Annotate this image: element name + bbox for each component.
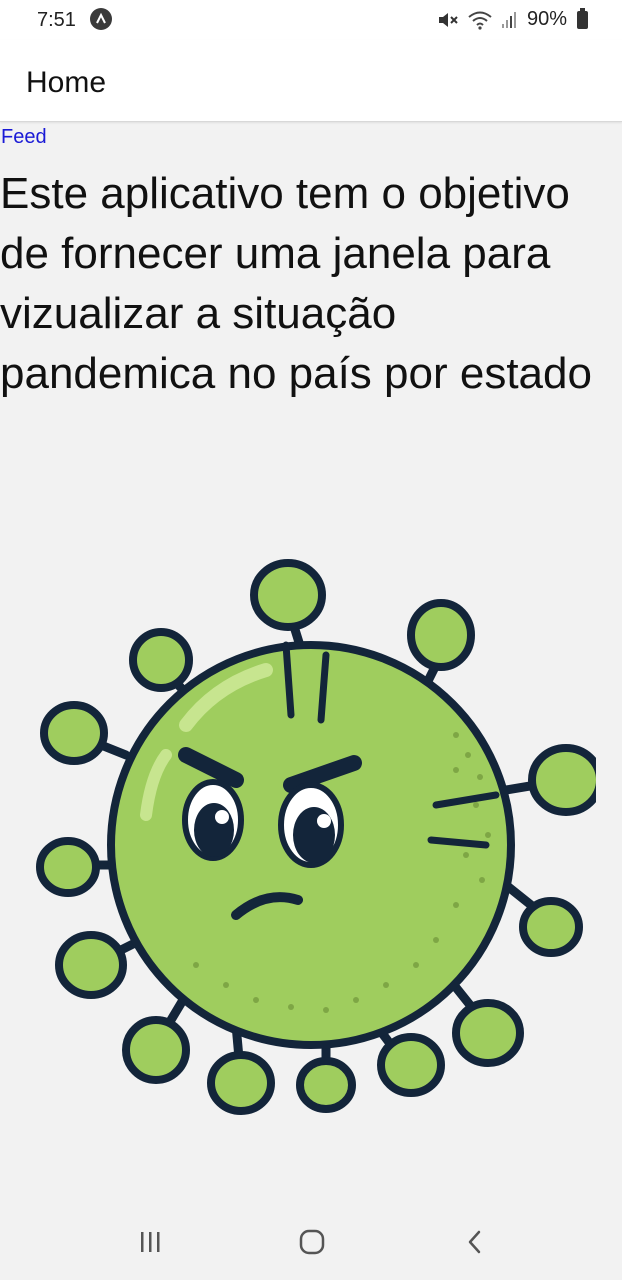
back-icon[interactable] xyxy=(464,1228,486,1256)
battery-percentage: 90% xyxy=(526,8,567,30)
virus-illustration xyxy=(36,555,604,1115)
recent-apps-icon[interactable] xyxy=(138,1228,164,1256)
feed-link[interactable]: Feed xyxy=(1,126,47,149)
signal-icon xyxy=(501,11,516,28)
app-description: Este aplicativo tem o objetivo de fornec… xyxy=(0,169,592,398)
home-icon[interactable] xyxy=(298,1228,326,1256)
page-title: Home xyxy=(26,66,107,99)
mute-icon xyxy=(438,12,458,27)
app-notification-icon xyxy=(90,8,112,30)
app-header: Home xyxy=(0,40,622,122)
status-right: 90% xyxy=(437,7,588,31)
battery-icon xyxy=(577,7,588,29)
system-nav-bar xyxy=(0,1204,622,1280)
status-time: 7:51 xyxy=(37,9,76,31)
status-bar: 7:51 90% xyxy=(0,0,622,40)
wifi-icon xyxy=(468,11,492,30)
